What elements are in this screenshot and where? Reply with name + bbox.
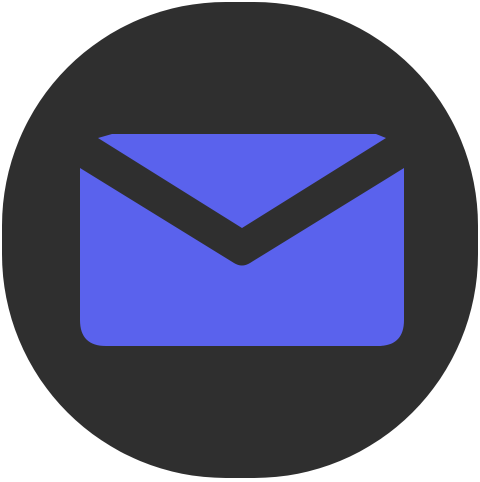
mail-envelope-icon [80,134,404,346]
mail-app-icon[interactable] [2,2,478,478]
